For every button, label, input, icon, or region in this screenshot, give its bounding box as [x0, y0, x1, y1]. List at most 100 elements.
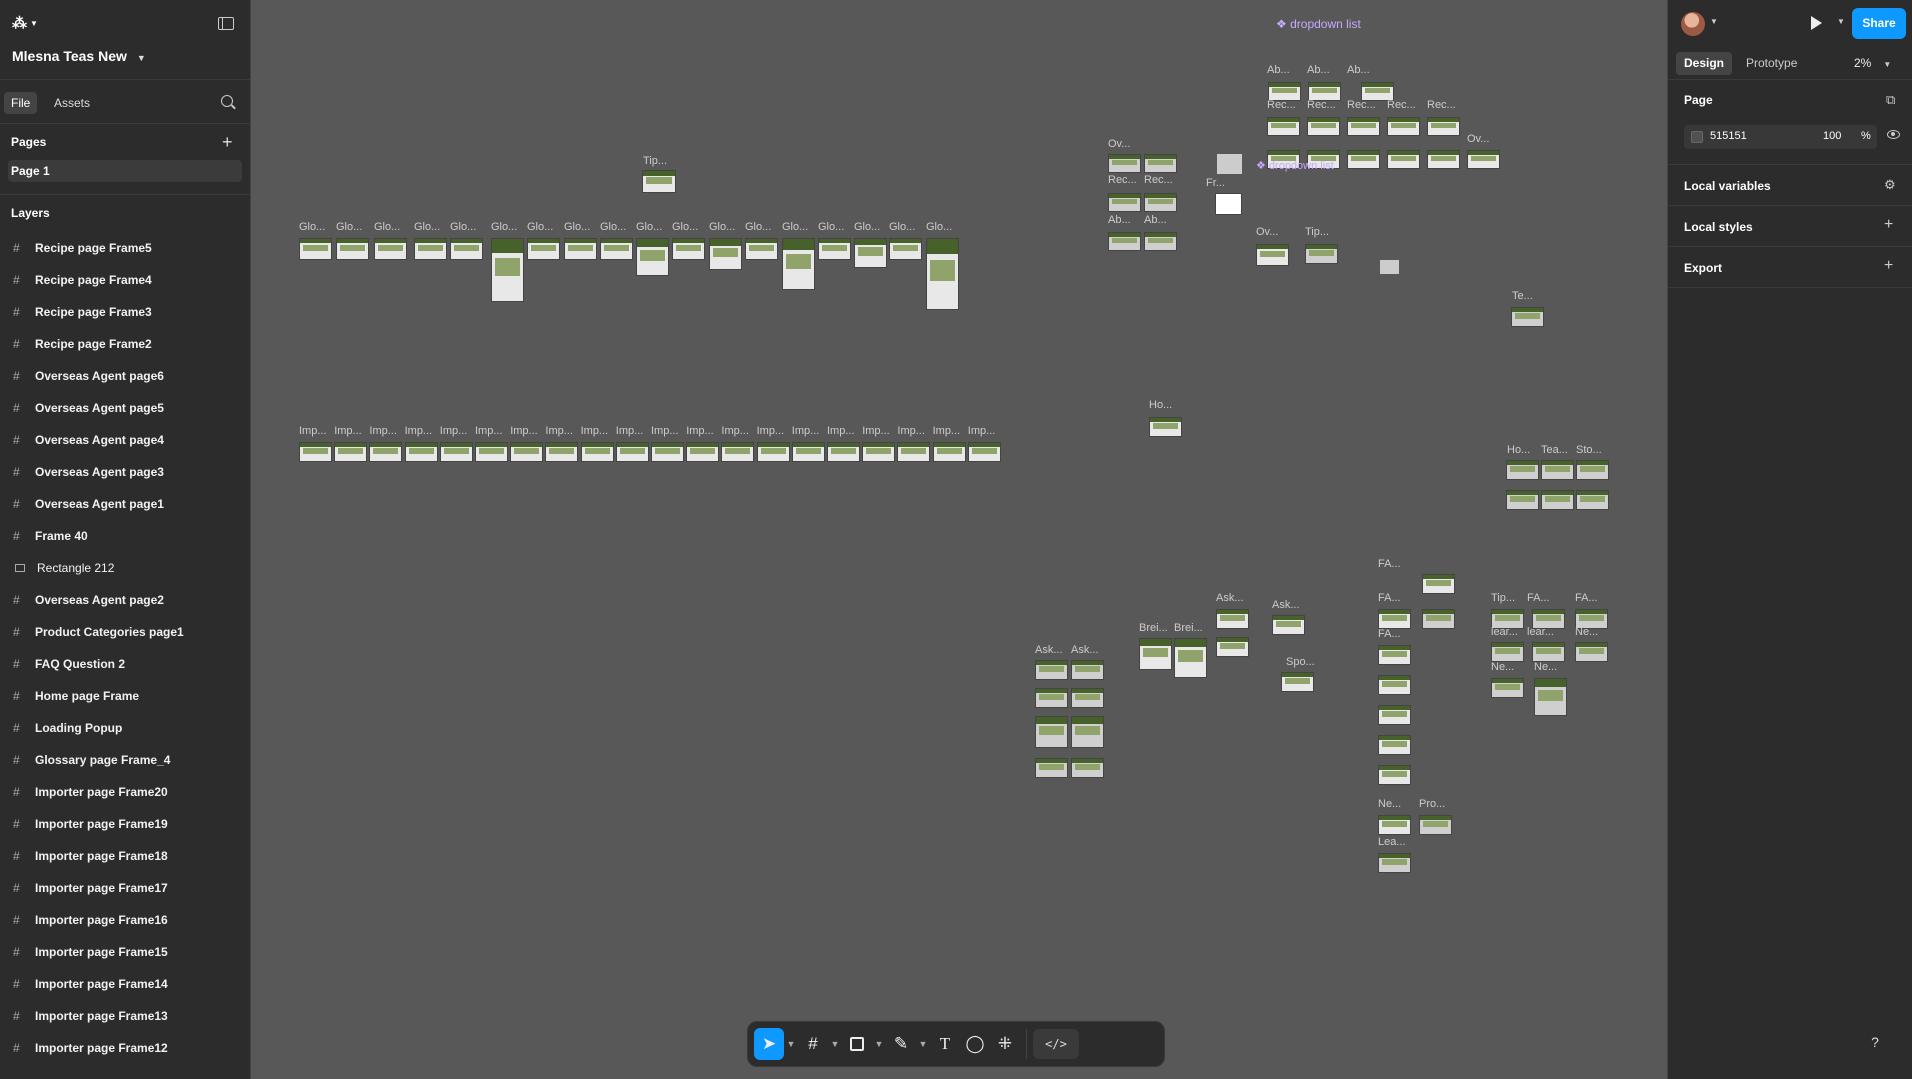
frame-thumbnail[interactable] [1144, 154, 1177, 173]
component-label[interactable]: ❖ dropdown list [1276, 17, 1361, 31]
frame-thumbnail[interactable] [1071, 688, 1104, 708]
frame-label[interactable]: FA... [1378, 592, 1401, 604]
frame-thumbnail[interactable] [1576, 490, 1609, 510]
frame-thumbnail[interactable] [299, 238, 332, 260]
layer-item[interactable]: # Overseas Agent page3 [0, 456, 250, 488]
frame-thumbnail[interactable] [721, 442, 755, 462]
frame-label[interactable]: Glo... [672, 221, 698, 233]
frame-label[interactable]: Glo... [818, 221, 844, 233]
frame-thumbnail[interactable] [527, 238, 560, 260]
frame-label[interactable]: Imp... [933, 425, 961, 437]
layer-item[interactable]: # Loading Popup [0, 712, 250, 744]
frame-label[interactable]: Tip... [643, 155, 667, 167]
frame-thumbnail[interactable] [967, 442, 1001, 462]
frame-thumbnail[interactable] [651, 442, 684, 462]
page-item[interactable]: Page 1 [8, 160, 242, 182]
search-icon[interactable] [221, 95, 233, 107]
add-page-icon[interactable]: + [222, 133, 233, 151]
frame-label[interactable]: Tip... [1305, 226, 1329, 238]
frame-label[interactable]: Rec... [1144, 174, 1173, 186]
frame-label[interactable]: Imp... [862, 425, 890, 437]
layer-item[interactable]: # Glossary page Frame_4 [0, 744, 250, 776]
frame-thumbnail[interactable] [926, 238, 959, 310]
frame-label[interactable]: Ab... [1267, 64, 1290, 76]
frame-thumbnail[interactable] [1467, 150, 1500, 169]
frame-thumbnail[interactable] [897, 442, 931, 462]
frame-thumbnail[interactable] [642, 170, 676, 193]
frame-thumbnail[interactable] [299, 442, 332, 462]
chevron-down-icon[interactable]: ▼ [828, 1039, 842, 1049]
frame-label[interactable]: Glo... [782, 221, 808, 233]
frame-thumbnail[interactable] [1108, 232, 1141, 251]
frame-label[interactable]: Ne... [1534, 661, 1557, 673]
frame-label[interactable]: Spo... [1286, 656, 1315, 668]
layer-item[interactable]: # Importer page Frame20 [0, 776, 250, 808]
layer-item[interactable]: # Importer page Frame17 [0, 872, 250, 904]
frame-label[interactable]: Ask... [1216, 592, 1244, 604]
frame-thumbnail[interactable] [439, 442, 473, 462]
frame-label[interactable]: Imp... [545, 425, 573, 437]
eye-icon[interactable] [1887, 130, 1900, 139]
panel-toggle-icon[interactable] [218, 17, 234, 30]
frame-thumbnail[interactable] [1422, 574, 1455, 594]
frame-thumbnail[interactable] [1035, 688, 1068, 708]
frame-thumbnail[interactable] [600, 238, 633, 260]
frame-label[interactable]: Glo... [414, 221, 440, 233]
layer-item[interactable]: # FAQ Question 2 [0, 648, 250, 680]
frame-label[interactable]: Glo... [527, 221, 553, 233]
page-background-field[interactable]: 515151 100 % [1684, 125, 1877, 149]
frame-label[interactable]: Pro... [1419, 798, 1445, 810]
frame-label[interactable]: Ov... [1256, 226, 1278, 238]
frame-label[interactable]: Ask... [1071, 644, 1099, 656]
frame-label[interactable]: Tip... [1491, 592, 1515, 604]
frame-label[interactable]: Glo... [636, 221, 662, 233]
frame-thumbnail[interactable] [672, 238, 705, 260]
frame-label[interactable]: Imp... [299, 425, 327, 437]
frame-thumbnail[interactable] [404, 442, 438, 462]
frame-thumbnail[interactable] [1541, 490, 1574, 510]
frame-label[interactable]: Ab... [1347, 64, 1370, 76]
variables-icon[interactable]: ⚙ [1884, 177, 1896, 193]
frame-thumbnail[interactable] [636, 238, 669, 276]
comment-tool-button[interactable]: ◯ [960, 1028, 990, 1060]
frame-thumbnail[interactable] [791, 442, 825, 462]
frame-thumbnail[interactable] [1174, 638, 1207, 678]
frame-thumbnail[interactable] [1216, 637, 1249, 657]
layer-item[interactable]: # Importer page Frame18 [0, 840, 250, 872]
frame-label[interactable]: Imp... [581, 425, 609, 437]
background-swatch[interactable] [1691, 131, 1703, 143]
frame-label[interactable]: FA... [1378, 558, 1401, 570]
frame-thumbnail[interactable] [510, 442, 544, 462]
frame-label[interactable]: Imp... [369, 425, 397, 437]
frame-thumbnail[interactable] [1378, 853, 1411, 873]
layer-item[interactable]: # Overseas Agent page1 [0, 488, 250, 520]
frame-thumbnail[interactable] [1307, 117, 1340, 136]
project-title[interactable]: Mlesna Teas New ▼ [12, 48, 146, 64]
frame-label[interactable]: Ask... [1035, 644, 1063, 656]
frame-label[interactable]: Fr... [1206, 177, 1225, 189]
frame-label[interactable]: Imp... [616, 425, 644, 437]
frame-thumbnail[interactable] [932, 442, 966, 462]
frame-thumbnail[interactable] [1576, 460, 1609, 480]
frame-thumbnail[interactable] [756, 442, 790, 462]
frame-label[interactable]: Ne... [1491, 661, 1514, 673]
frame-thumbnail[interactable] [1422, 609, 1455, 629]
frame-label[interactable]: Imp... [334, 425, 362, 437]
frame-thumbnail[interactable] [1139, 638, 1172, 670]
frame-thumbnail[interactable] [1149, 417, 1182, 437]
frame-thumbnail[interactable] [1378, 675, 1411, 695]
local-variables-section[interactable]: Local variables ⚙ [1668, 165, 1912, 206]
pen-tool-button[interactable]: ✎ [886, 1028, 916, 1060]
frame-thumbnail[interactable] [818, 238, 851, 260]
frame-label[interactable]: Ab... [1144, 214, 1167, 226]
frame-label[interactable]: Lea... [1378, 836, 1406, 848]
page-style-icon[interactable]: ⧉ [1886, 92, 1895, 108]
frame-label[interactable]: Imp... [721, 425, 749, 437]
frame-thumbnail[interactable] [1144, 193, 1177, 212]
frame-thumbnail[interactable] [1378, 705, 1411, 725]
frame-thumbnail[interactable] [545, 442, 579, 462]
frame-thumbnail[interactable] [1378, 735, 1411, 755]
frame-label[interactable]: Rec... [1267, 99, 1296, 111]
frame-thumbnail[interactable] [615, 442, 649, 462]
layer-item[interactable]: # Importer page Frame13 [0, 1000, 250, 1032]
